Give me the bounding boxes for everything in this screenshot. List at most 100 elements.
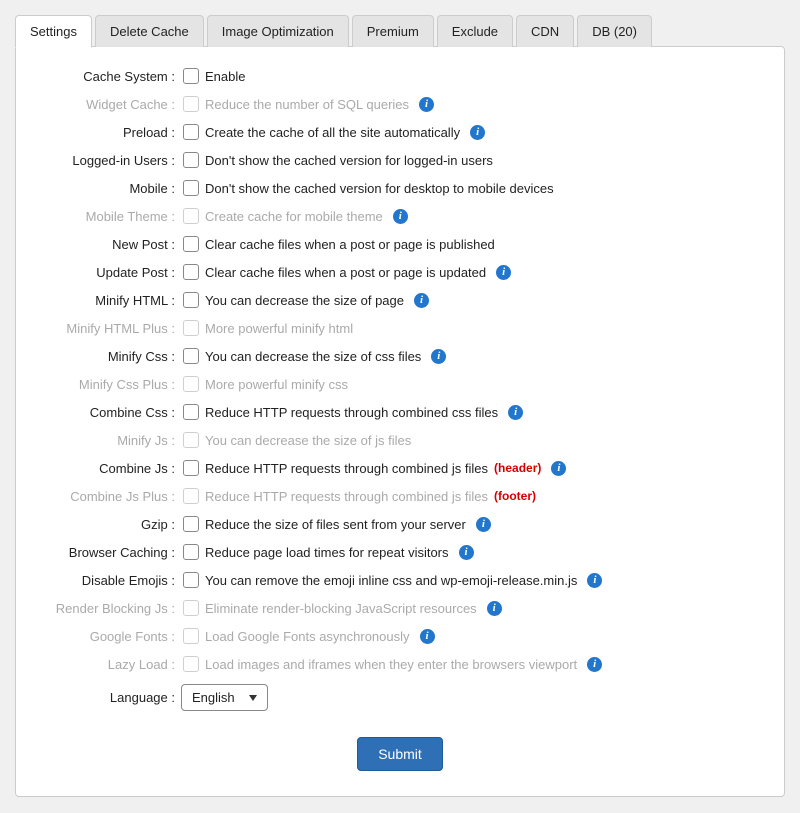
info-icon[interactable]: i xyxy=(420,629,435,644)
setting-description: Load Google Fonts asynchronouslyi xyxy=(205,629,435,644)
setting-label: Minify HTML : xyxy=(46,293,181,308)
tab-db-20-[interactable]: DB (20) xyxy=(577,15,652,47)
setting-description: Reduce HTTP requests through combined cs… xyxy=(205,405,523,420)
setting-description: Reduce HTTP requests through combined js… xyxy=(205,461,566,476)
tab-delete-cache[interactable]: Delete Cache xyxy=(95,15,204,47)
info-icon[interactable]: i xyxy=(476,517,491,532)
info-icon[interactable]: i xyxy=(470,125,485,140)
language-select[interactable]: English xyxy=(181,684,268,711)
checkbox[interactable] xyxy=(183,236,199,252)
checkbox[interactable] xyxy=(183,180,199,196)
info-icon[interactable]: i xyxy=(459,545,474,560)
checkbox xyxy=(183,376,199,392)
setting-description: Clear cache files when a post or page is… xyxy=(205,265,511,280)
setting-row: Combine Js : Reduce HTTP requests through… xyxy=(46,454,754,482)
setting-label: Browser Caching : xyxy=(46,545,181,560)
setting-row: Browser Caching : Reduce page load times … xyxy=(46,538,754,566)
suffix-note: (header) xyxy=(494,461,541,475)
setting-description: Eliminate render-blocking JavaScript res… xyxy=(205,601,502,616)
setting-row: Minify HTML Plus : More powerful minify h… xyxy=(46,314,754,342)
chevron-down-icon xyxy=(249,695,257,701)
setting-description: Enable xyxy=(205,69,245,84)
tab-image-optimization[interactable]: Image Optimization xyxy=(207,15,349,47)
setting-label: Combine Js Plus : xyxy=(46,489,181,504)
info-icon[interactable]: i xyxy=(414,293,429,308)
checkbox xyxy=(183,628,199,644)
checkbox[interactable] xyxy=(183,68,199,84)
tab-premium[interactable]: Premium xyxy=(352,15,434,47)
checkbox[interactable] xyxy=(183,460,199,476)
setting-row: Preload : Create the cache of all the sit… xyxy=(46,118,754,146)
setting-row: Update Post :Clear cache files when a po… xyxy=(46,258,754,286)
tab-settings[interactable]: Settings xyxy=(15,15,92,48)
setting-row: Widget Cache : Reduce the number of SQL q… xyxy=(46,90,754,118)
setting-description: Don't show the cached version for logged… xyxy=(205,153,493,168)
checkbox xyxy=(183,600,199,616)
setting-label: New Post : xyxy=(46,237,181,252)
setting-description: Load images and iframes when they enter … xyxy=(205,657,602,672)
language-value: English xyxy=(192,690,235,705)
setting-description: Reduce the number of SQL queriesi xyxy=(205,97,434,112)
info-icon[interactable]: i xyxy=(487,601,502,616)
checkbox xyxy=(183,656,199,672)
checkbox[interactable] xyxy=(183,264,199,280)
checkbox[interactable] xyxy=(183,152,199,168)
checkbox[interactable] xyxy=(183,404,199,420)
checkbox[interactable] xyxy=(183,292,199,308)
setting-row: Render Blocking Js : Eliminate render-blo… xyxy=(46,594,754,622)
checkbox[interactable] xyxy=(183,544,199,560)
info-icon[interactable]: i xyxy=(393,209,408,224)
setting-label: Google Fonts : xyxy=(46,629,181,644)
tab-exclude[interactable]: Exclude xyxy=(437,15,513,47)
setting-row: Mobile Theme : Create cache for mobile th… xyxy=(46,202,754,230)
info-icon[interactable]: i xyxy=(551,461,566,476)
setting-row: Lazy Load : Load images and iframes when … xyxy=(46,650,754,678)
checkbox[interactable] xyxy=(183,348,199,364)
language-row: Language : English xyxy=(46,678,754,717)
setting-row: New Post : Clear cache files when a post … xyxy=(46,230,754,258)
setting-label: Render Blocking Js : xyxy=(46,601,181,616)
setting-description: Reduce page load times for repeat visito… xyxy=(205,545,474,560)
suffix-note: (footer) xyxy=(494,489,536,503)
setting-label: Logged-in Users : xyxy=(46,153,181,168)
language-label: Language : xyxy=(46,690,181,705)
setting-description: More powerful minify html xyxy=(205,321,353,336)
checkbox xyxy=(183,320,199,336)
setting-row: Disable Emojis :You can remove the emoji… xyxy=(46,566,754,594)
setting-description: Reduce HTTP requests through combined js… xyxy=(205,489,536,504)
submit-button[interactable]: Submit xyxy=(357,737,443,771)
info-icon[interactable]: i xyxy=(587,573,602,588)
setting-row: Combine Js Plus : Reduce HTTP requests th… xyxy=(46,482,754,510)
info-icon[interactable]: i xyxy=(508,405,523,420)
checkbox[interactable] xyxy=(183,124,199,140)
setting-label: Combine Js : xyxy=(46,461,181,476)
setting-description: You can decrease the size of css filesi xyxy=(205,349,446,364)
setting-description: You can remove the emoji inline css and … xyxy=(205,573,602,588)
checkbox xyxy=(183,432,199,448)
setting-label: Minify Css Plus : xyxy=(46,377,181,392)
checkbox[interactable] xyxy=(183,572,199,588)
tab-cdn[interactable]: CDN xyxy=(516,15,574,47)
setting-row: Logged-in Users : Don't show the cached v… xyxy=(46,146,754,174)
setting-row: Cache System :Enable xyxy=(46,62,754,90)
setting-row: Minify HTML :You can decrease the size o… xyxy=(46,286,754,314)
checkbox[interactable] xyxy=(183,516,199,532)
setting-description: Clear cache files when a post or page is… xyxy=(205,237,495,252)
setting-label: Lazy Load : xyxy=(46,657,181,672)
info-icon[interactable]: i xyxy=(496,265,511,280)
setting-description: Create cache for mobile themei xyxy=(205,209,408,224)
tabs: SettingsDelete CacheImage OptimizationPr… xyxy=(15,15,785,47)
setting-row: Mobile :Don't show the cached version fo… xyxy=(46,174,754,202)
checkbox xyxy=(183,208,199,224)
setting-description: Create the cache of all the site automat… xyxy=(205,125,485,140)
setting-description: You can decrease the size of js files xyxy=(205,433,411,448)
setting-label: Preload : xyxy=(46,125,181,140)
info-icon[interactable]: i xyxy=(587,657,602,672)
info-icon[interactable]: i xyxy=(419,97,434,112)
setting-label: Minify HTML Plus : xyxy=(46,321,181,336)
info-icon[interactable]: i xyxy=(431,349,446,364)
setting-label: Widget Cache : xyxy=(46,97,181,112)
setting-label: Mobile : xyxy=(46,181,181,196)
settings-panel: Cache System :Enable Widget Cache : Reduce… xyxy=(15,46,785,797)
setting-label: Mobile Theme : xyxy=(46,209,181,224)
